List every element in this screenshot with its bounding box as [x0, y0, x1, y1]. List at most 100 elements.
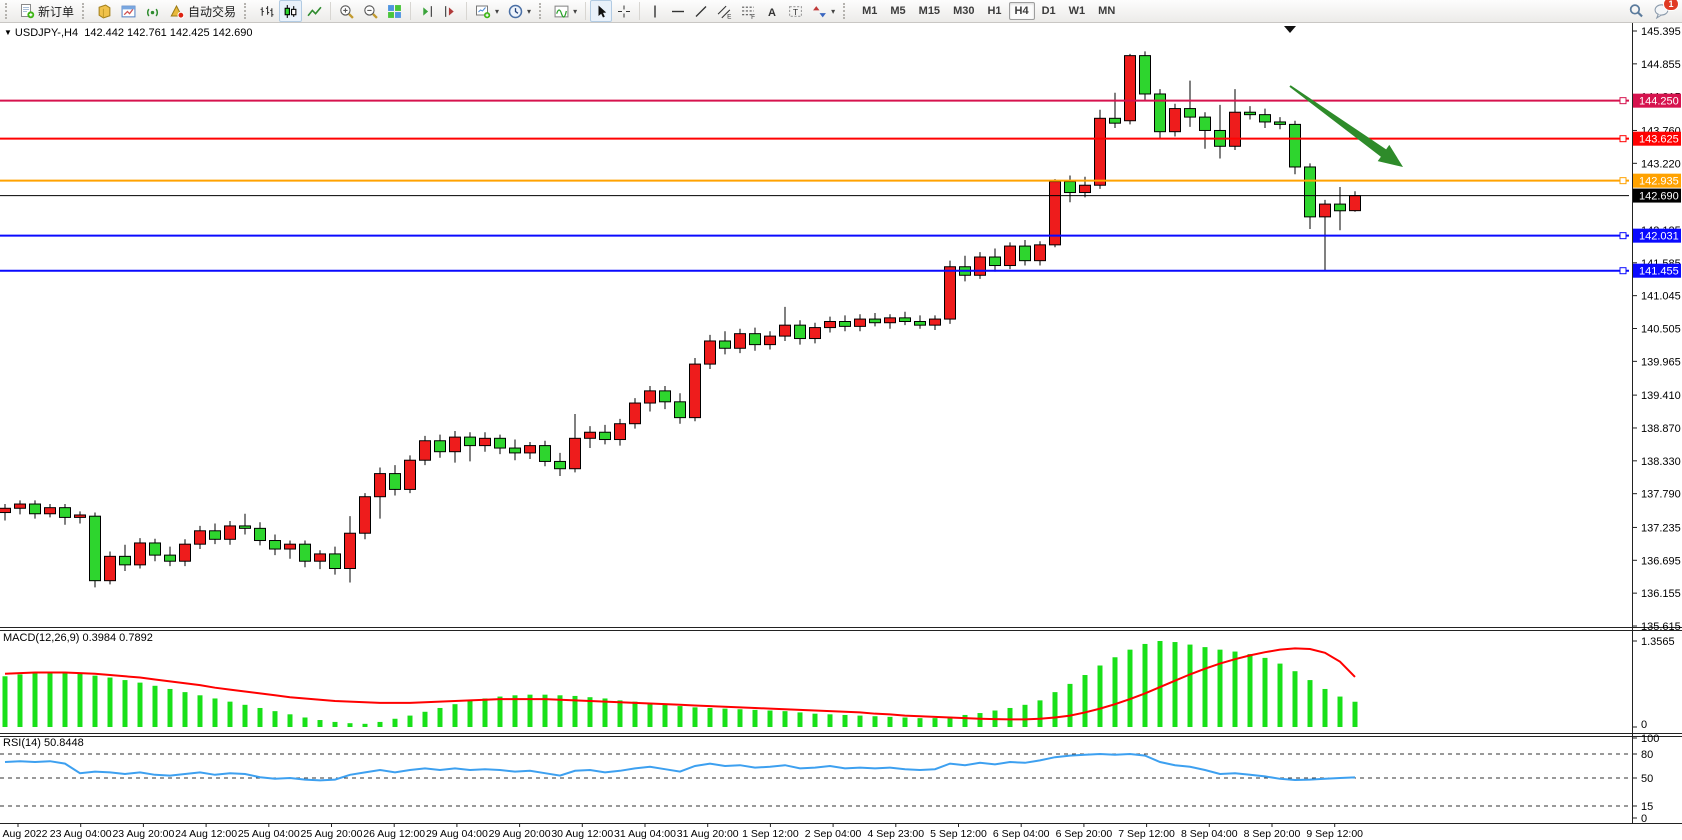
candle-up	[855, 319, 866, 326]
candle-down	[720, 341, 731, 348]
zoom-in-button[interactable]	[335, 0, 358, 22]
trendline-tool-button[interactable]	[690, 0, 712, 22]
timeframe-M30[interactable]: M30	[947, 2, 980, 20]
horizontal-line-tool-button[interactable]	[667, 0, 689, 22]
candle-up	[420, 441, 431, 460]
svg-text:1.3565: 1.3565	[1641, 636, 1675, 648]
bar-chart-button[interactable]	[255, 0, 278, 22]
candle-down	[1155, 94, 1166, 132]
macd-bar	[48, 672, 53, 727]
svg-text:29 Aug 04:00: 29 Aug 04:00	[426, 828, 488, 840]
chart-canvas[interactable]: 145.395144.855144.315143.760143.220142.6…	[0, 0, 1682, 840]
timeframe-M5[interactable]: M5	[884, 2, 911, 20]
candle-up	[180, 544, 191, 561]
search-button[interactable]	[1624, 0, 1648, 22]
candle-down	[1065, 182, 1076, 193]
profiles-button[interactable]: ▾	[504, 0, 535, 22]
candle-down	[600, 432, 611, 439]
candle-down	[270, 541, 281, 550]
market-watch-button[interactable]	[93, 0, 116, 22]
candle-up	[825, 322, 836, 328]
candle-down	[1020, 246, 1031, 261]
macd-bar	[243, 705, 248, 727]
svg-text:T: T	[793, 7, 799, 17]
arrows-tool-button[interactable]: ▾	[808, 0, 839, 22]
signal-icon	[145, 4, 160, 19]
macd-bar	[1203, 647, 1208, 727]
timeframe-MN[interactable]: MN	[1092, 2, 1121, 20]
crosshair-tool-button[interactable]	[613, 0, 635, 22]
text-label-icon: T	[788, 4, 803, 19]
macd-bar	[498, 697, 503, 727]
price-label: 142.031	[1639, 231, 1679, 243]
zoom-out-button[interactable]	[359, 0, 382, 22]
candle-up	[945, 267, 956, 319]
line-handle	[1620, 136, 1626, 142]
auto-scroll-button[interactable]	[439, 0, 462, 22]
macd-bar	[648, 703, 653, 727]
trendline-icon	[694, 4, 708, 19]
text-tool-button[interactable]: A	[761, 0, 783, 22]
cursor-icon	[594, 4, 608, 19]
svg-text:A: A	[768, 7, 776, 19]
candle-up	[630, 403, 641, 424]
chevron-down-icon: ▾	[495, 7, 499, 16]
candle-up	[975, 257, 986, 275]
macd-bar	[18, 674, 23, 727]
data-window-button[interactable]	[117, 0, 140, 22]
svg-text:0: 0	[1641, 813, 1647, 825]
notifications-button[interactable]: 1	[1649, 0, 1674, 22]
macd-bar	[798, 712, 803, 727]
candle-up	[585, 432, 596, 438]
candle-down	[300, 544, 311, 561]
candle-up	[1230, 112, 1241, 146]
tile-windows-button[interactable]	[383, 0, 406, 22]
macd-bar	[753, 710, 758, 727]
candlestick-chart-button[interactable]	[279, 0, 302, 22]
fibonacci-tool-button[interactable]: F	[737, 0, 760, 22]
candle-down	[1275, 122, 1286, 124]
symbol-caret-icon: ▼	[4, 28, 12, 37]
candle-down	[210, 531, 221, 540]
vertical-line-tool-button[interactable]	[644, 0, 666, 22]
signal-button[interactable]	[141, 0, 164, 22]
tile-windows-icon	[387, 4, 402, 19]
candle-up	[1095, 118, 1106, 185]
new-chart-button[interactable]: ▾	[471, 0, 503, 22]
svg-text:138.330: 138.330	[1641, 456, 1681, 468]
candle-up	[705, 341, 716, 364]
horizontal-lines[interactable]: 144.250143.625142.935142.690142.031141.4…	[0, 94, 1681, 278]
chart-shift-button[interactable]	[415, 0, 438, 22]
macd-bar	[1323, 689, 1328, 727]
cursor-tool-button[interactable]	[590, 0, 612, 22]
new-order-icon	[20, 4, 35, 19]
auto-trading-button[interactable]: 自动交易	[165, 0, 240, 22]
new-order-button[interactable]: 新订单	[16, 0, 78, 22]
macd-bar	[93, 676, 98, 727]
timeframe-M1[interactable]: M1	[856, 2, 883, 20]
toolbar-separator	[639, 2, 640, 20]
candle-up	[615, 424, 626, 440]
line-chart-button[interactable]	[303, 0, 326, 22]
timeframe-W1[interactable]: W1	[1063, 2, 1092, 20]
timeframe-D1[interactable]: D1	[1036, 2, 1062, 20]
indicators-button[interactable]: ▾	[550, 0, 581, 22]
price-axis[interactable]: 145.395144.855144.315143.760143.220142.6…	[1632, 26, 1681, 825]
timeframe-H1[interactable]: H1	[981, 2, 1007, 20]
svg-text:143.220: 143.220	[1641, 158, 1681, 170]
macd-bar	[933, 718, 938, 727]
auto-trading-icon	[169, 4, 185, 19]
svg-text:141.045: 141.045	[1641, 291, 1681, 303]
macd-bar	[1248, 654, 1253, 727]
timeframe-H4[interactable]: H4	[1009, 2, 1035, 20]
candle-down	[1290, 124, 1301, 167]
macd-bar	[633, 702, 638, 727]
channel-tool-button[interactable]: E	[713, 0, 736, 22]
time-axis[interactable]: 22 Aug 202223 Aug 04:0023 Aug 20:0024 Au…	[0, 823, 1363, 840]
candle-down	[900, 318, 911, 322]
macd-bar	[768, 711, 773, 727]
timeframe-M15[interactable]: M15	[913, 2, 946, 20]
macd-bar	[318, 720, 323, 727]
text-label-tool-button[interactable]: T	[784, 0, 807, 22]
annotation-arrow-down[interactable]	[1289, 85, 1403, 167]
